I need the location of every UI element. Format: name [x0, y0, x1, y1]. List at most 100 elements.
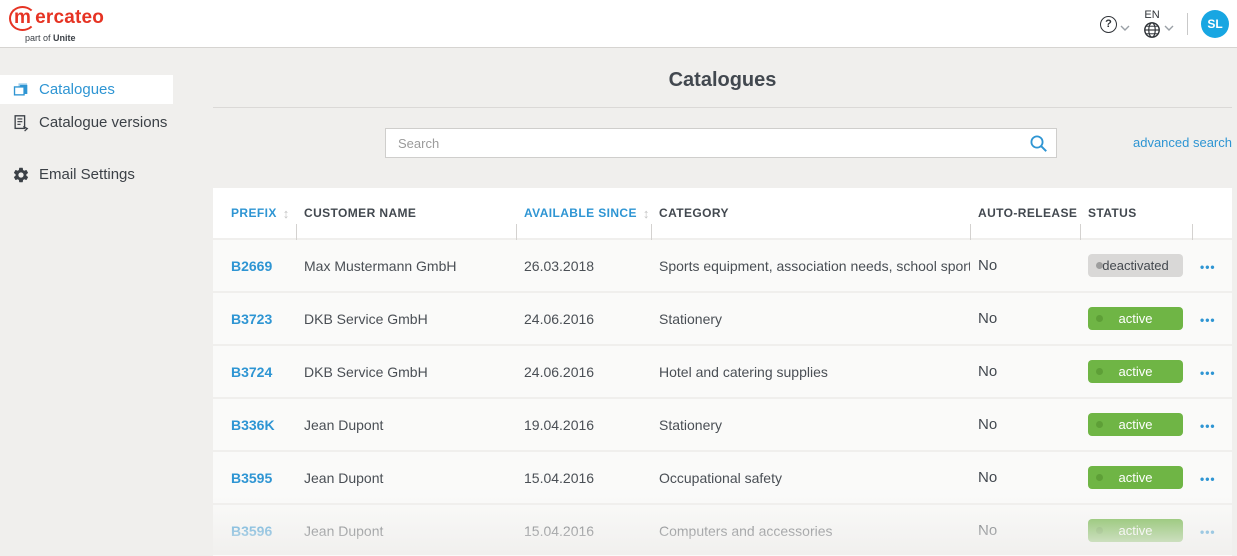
sidebar-item-label: Catalogues: [39, 81, 115, 98]
customer-name-cell: Jean Dupont: [304, 522, 384, 539]
status-cell: active: [1080, 466, 1192, 489]
sidebar-item-catalogues[interactable]: Catalogues: [0, 75, 173, 104]
column-header-status: STATUS: [1080, 188, 1192, 240]
sort-icon: ↕: [642, 205, 650, 221]
category-cell: Sports equipment, association needs, sch…: [659, 257, 970, 274]
more-options-button[interactable]: •••: [1200, 419, 1216, 433]
more-options-button[interactable]: •••: [1200, 366, 1216, 380]
logo-wordmark: m ercateo: [9, 6, 104, 31]
chevron-down-icon: [1120, 25, 1130, 31]
table-row: B3724 DKB Service GmbH 24.06.2016 Hotel and…: [213, 346, 1232, 397]
auto-release-cell: No: [978, 522, 998, 539]
actions-cell: •••: [1192, 258, 1232, 274]
page-title: Catalogues: [668, 69, 777, 91]
sort-icon: ↕: [282, 205, 290, 221]
search-button[interactable]: [1029, 134, 1049, 154]
column-header-prefix[interactable]: PREFIX ↕: [213, 188, 296, 238]
search-icon: [1030, 135, 1047, 152]
status-badge: active: [1088, 466, 1183, 489]
status-badge: active: [1088, 413, 1183, 436]
actions-cell: •••: [1192, 523, 1232, 539]
search-input[interactable]: [386, 129, 1056, 157]
advanced-search-link[interactable]: advanced search: [1133, 135, 1232, 150]
table-row: B3596 Jean Dupont 15.04.2016 Computers and …: [213, 505, 1232, 556]
versions-icon: [12, 114, 30, 132]
table-row: B2669 Max Mustermann GmbH 26.03.2018 Sports…: [213, 240, 1232, 291]
status-dot-icon: [1096, 474, 1103, 481]
actions-cell: •••: [1192, 470, 1232, 486]
globe-icon: [1144, 22, 1160, 38]
actions-cell: •••: [1192, 311, 1232, 327]
prefix-link[interactable]: B3724: [231, 364, 272, 380]
auto-release-cell: No: [978, 416, 998, 433]
prefix-cell: B3596: [213, 523, 296, 539]
status-dot-icon: [1096, 368, 1103, 375]
auto-release-cell: No: [978, 363, 998, 380]
sidebar-item-catalogue-versions[interactable]: Catalogue versions: [0, 108, 173, 137]
language-code: EN: [1144, 9, 1160, 21]
sidebar-item-email-settings[interactable]: Email Settings: [0, 160, 173, 189]
column-label: AUTO-RELEASE: [978, 206, 1078, 220]
sidebar: Catalogues Catalogue versions Email Sett…: [0, 48, 213, 555]
column-label: CUSTOMER NAME: [304, 206, 417, 220]
more-options-button[interactable]: •••: [1200, 260, 1216, 274]
status-badge: active: [1088, 307, 1183, 330]
gear-icon: [12, 166, 30, 184]
status-dot-icon: [1096, 262, 1103, 269]
customer-name-cell: Jean Dupont: [304, 416, 384, 433]
customer-name-cell: DKB Service GmbH: [304, 363, 428, 380]
main-content: Catalogues advanced search PREFIX ↕ CUSTOM…: [213, 48, 1232, 556]
column-label: AVAILABLE SINCE: [524, 206, 637, 220]
topbar: m ercateo part of Unite ? EN SL: [0, 0, 1237, 48]
column-label: PREFIX: [231, 206, 277, 220]
auto-release-cell: No: [978, 310, 998, 327]
status-dot-icon: [1096, 315, 1103, 322]
help-menu[interactable]: ?: [1100, 15, 1130, 33]
column-header-customer-name: CUSTOMER NAME: [296, 188, 516, 240]
available-since-cell: 24.06.2016: [524, 363, 595, 380]
mercateo-logo[interactable]: m ercateo part of Unite: [9, 6, 104, 43]
customer-name-cell: DKB Service GmbH: [304, 310, 428, 327]
title-divider: [213, 107, 1232, 108]
catalogues-table: PREFIX ↕ CUSTOMER NAME AVAILABLE SINCE ↕ CATE…: [213, 188, 1232, 556]
status-cell: deactivated: [1080, 254, 1192, 277]
more-options-button[interactable]: •••: [1200, 313, 1216, 327]
prefix-link[interactable]: B2669: [231, 258, 272, 274]
table-body: B2669 Max Mustermann GmbH 26.03.2018 Sports…: [213, 240, 1232, 556]
logo-tagline: part of Unite: [25, 33, 76, 43]
chevron-down-icon: [1164, 25, 1174, 31]
auto-release-cell: No: [978, 257, 998, 274]
available-since-cell: 15.04.2016: [524, 469, 595, 486]
prefix-link[interactable]: B3723: [231, 311, 272, 327]
status-label: active: [1118, 364, 1153, 379]
status-label: active: [1118, 417, 1153, 432]
prefix-link[interactable]: B336K: [231, 417, 275, 433]
user-avatar[interactable]: SL: [1201, 10, 1229, 38]
status-dot-icon: [1096, 421, 1103, 428]
topbar-divider: [1187, 13, 1188, 35]
column-header-available-since[interactable]: AVAILABLE SINCE ↕: [516, 188, 651, 240]
prefix-cell: B336K: [213, 417, 296, 433]
column-label: STATUS: [1088, 206, 1137, 220]
status-badge: deactivated: [1088, 254, 1183, 277]
sidebar-item-label: Catalogue versions: [39, 114, 168, 131]
status-label: active: [1118, 523, 1153, 538]
category-cell: Stationery: [659, 310, 723, 327]
column-header-auto-release: AUTO-RELEASE: [970, 188, 1080, 240]
search-box: [385, 128, 1057, 158]
prefix-cell: B3595: [213, 470, 296, 486]
prefix-cell: B3724: [213, 364, 296, 380]
more-options-button[interactable]: •••: [1200, 525, 1216, 539]
auto-release-cell: No: [978, 469, 998, 486]
language-menu[interactable]: EN: [1143, 9, 1174, 39]
table-row: B336K Jean Dupont 19.04.2016 Stationery No ac…: [213, 399, 1232, 450]
status-label: deactivated: [1102, 258, 1169, 273]
available-since-cell: 15.04.2016: [524, 522, 595, 539]
available-since-cell: 24.06.2016: [524, 310, 595, 327]
prefix-link[interactable]: B3596: [231, 523, 272, 539]
category-cell: Hotel and catering supplies: [659, 363, 828, 380]
table-row: B3595 Jean Dupont 15.04.2016 Occupational s…: [213, 452, 1232, 503]
column-label: CATEGORY: [659, 206, 729, 220]
prefix-link[interactable]: B3595: [231, 470, 272, 486]
more-options-button[interactable]: •••: [1200, 472, 1216, 486]
